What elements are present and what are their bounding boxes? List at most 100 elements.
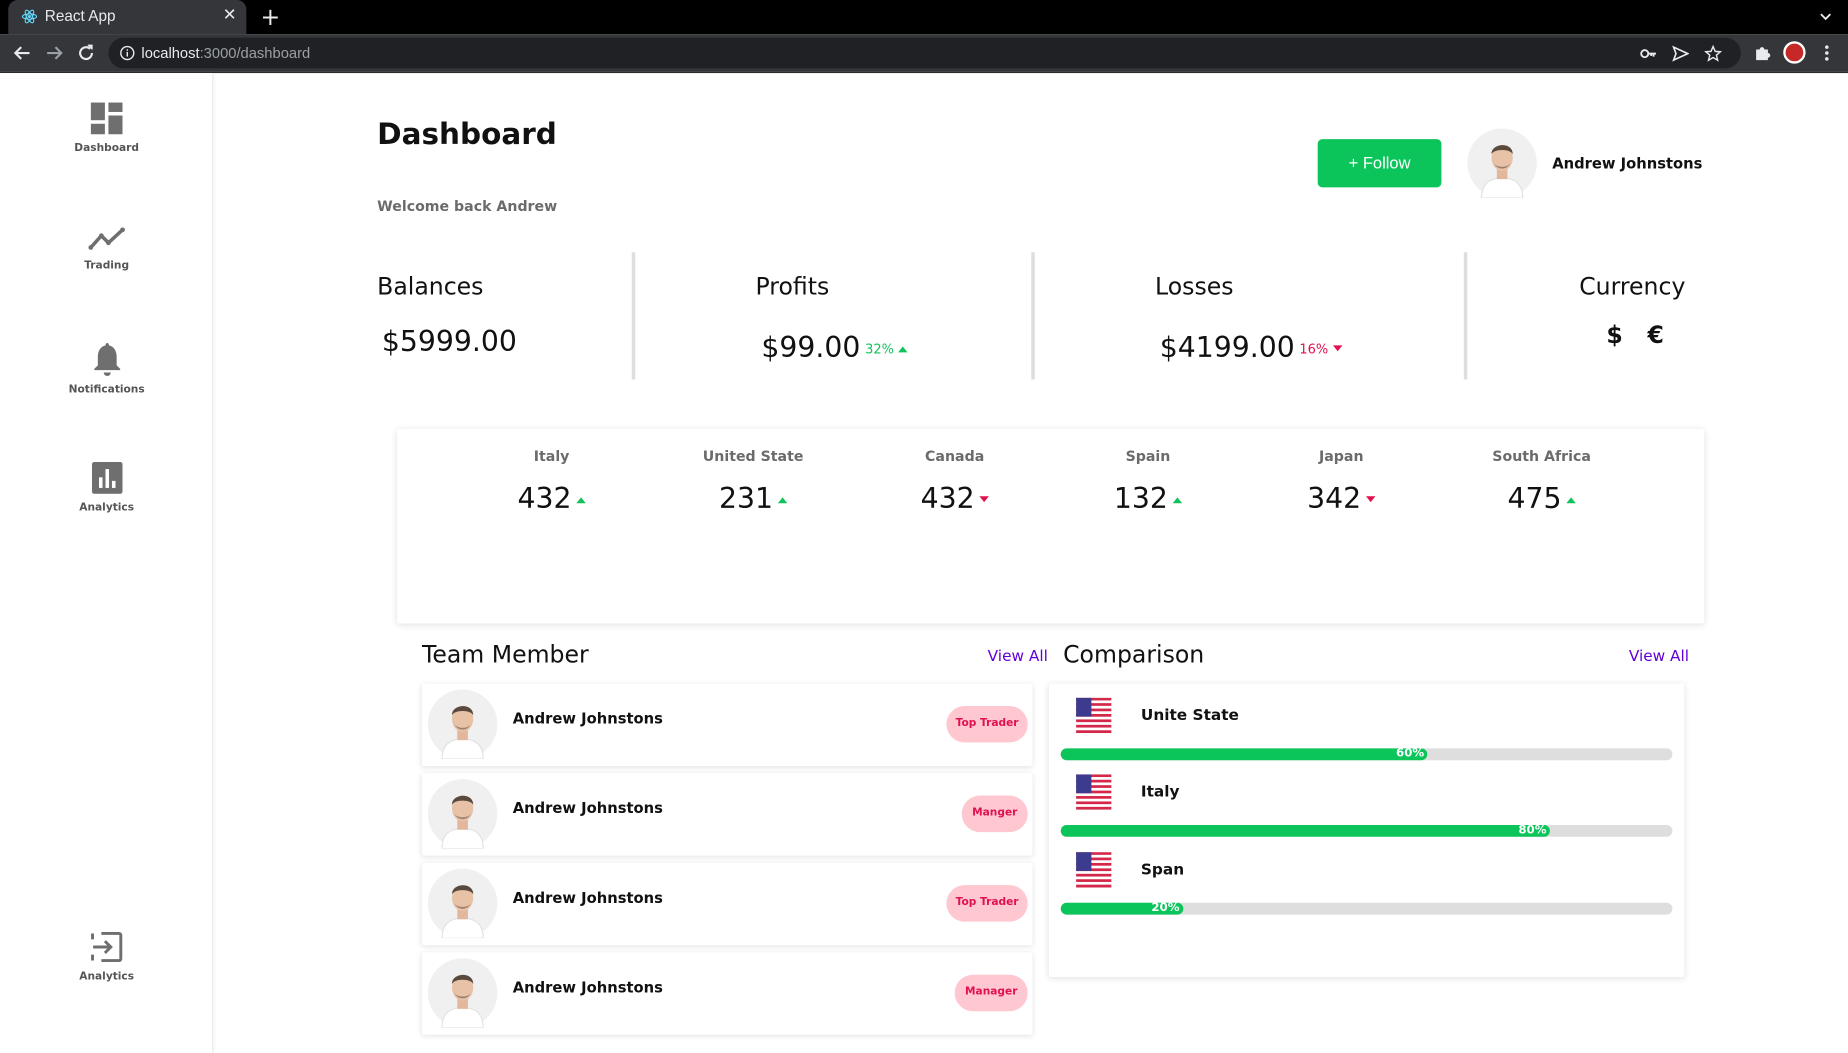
browser-tab-bar: React App ✕ + [0,0,1848,35]
comparison-view-all-link[interactable]: View All [1629,648,1689,666]
sidebar-item-label: Notifications [68,384,145,397]
country-name: United State [702,447,804,465]
stat-value-wrap: $4199.00 16% [1160,331,1343,364]
avatar [427,779,498,849]
tab-title: React App [44,7,116,25]
progress-bar-fill: 80% [1060,823,1551,837]
team-section-title: Team Member [421,639,589,669]
member-name: Andrew Johnstons [512,709,663,728]
send-icon[interactable] [1671,45,1689,63]
country-name: South Africa [1492,447,1591,465]
stat-divider [1031,252,1035,380]
avatar [427,958,498,1028]
member-name: Andrew Johnstons [512,888,663,907]
chevron-down-icon[interactable] [1817,8,1834,25]
bar-chart-icon [91,462,122,494]
sidebar-item-notifications[interactable]: Notifications [0,342,213,396]
sidebar-item-label: Analytics [79,971,135,983]
avatar [427,868,498,939]
sidebar-item-analytics[interactable]: Analytics [0,462,213,514]
team-view-all-link[interactable]: View All [988,648,1048,666]
bell-icon [93,342,120,376]
member-name: Andrew Johnstons [512,799,663,817]
us-flag-icon [1076,852,1112,888]
avatar[interactable] [1467,128,1537,199]
list-item[interactable]: Andrew Johnstons Top Trader [421,862,1033,946]
profile-avatar[interactable] [1783,41,1806,64]
sidebar-item-trading[interactable]: Trading [0,226,213,272]
stat-label: Currency [1579,272,1686,301]
back-arrow-icon[interactable] [12,42,33,63]
profit-change: 32% [865,341,894,358]
comparison-country-name: Italy [1140,783,1180,802]
progress-bar-fill: 20% [1060,901,1184,915]
stat-divider [631,252,636,380]
stat-value: $4199.00 [1159,331,1295,365]
header-user-name: Andrew Johnstons [1552,154,1703,173]
url-input[interactable]: localhost:3000/dashboard [108,37,1741,69]
forward-arrow-icon[interactable] [44,42,65,63]
progress-bar: 20% [1060,901,1673,915]
role-badge: Top Trader [946,885,1028,922]
country-stat: South Africa 475 [1441,448,1641,515]
us-flag-icon [1076,774,1112,810]
progress-bar: 60% [1060,747,1673,761]
star-icon[interactable] [1704,44,1722,63]
country-value: 432 [854,482,1054,515]
list-item[interactable]: Andrew Johnstons Top Trader [421,683,1033,767]
follow-button[interactable]: + Follow [1317,139,1442,188]
info-icon[interactable] [119,45,136,62]
trend-down-icon [979,496,989,503]
browser-tab[interactable]: React App ✕ [8,0,247,35]
comparison-section-title: Comparison [1063,639,1205,669]
new-tab-icon[interactable]: + [260,2,280,30]
close-tab-icon[interactable]: ✕ [223,6,237,25]
country-value: 432 [451,482,651,515]
country-value: 231 [653,482,853,515]
trend-down-icon [1365,496,1376,503]
comparison-card: Unite State 60% Italy 80% Span 20% [1048,683,1685,978]
member-name: Andrew Johnstons [512,978,663,996]
country-stat: Italy 432 [451,448,651,515]
page-title: Dashboard [377,116,557,151]
trend-up-icon [1566,497,1576,504]
extensions-puzzle-icon[interactable] [1753,42,1774,63]
more-vertical-icon[interactable] [1816,42,1837,63]
stat-losses: Losses $4199.00 16% [1155,252,1414,379]
stat-label: Losses [1155,272,1234,301]
key-icon[interactable] [1639,45,1657,63]
sidebar-item-logout[interactable]: Analytics [0,931,213,983]
role-badge: Manager [954,974,1028,1012]
stat-value: $99.00 [761,331,861,365]
sidebar-item-label: Trading [84,260,130,273]
stat-profits: Profits $99.00 32% [755,252,1014,379]
reload-icon[interactable] [75,42,96,63]
sidebar-item-label: Dashboard [74,142,140,155]
country-stat: Spain 132 [1048,448,1248,515]
sidebar-item-dashboard[interactable]: Dashboard [0,102,213,155]
currency-toggle[interactable]: $ € [1606,321,1664,349]
stat-label: Profits [755,272,830,301]
us-flag-icon [1076,697,1112,734]
sidebar-item-label: Analytics [79,502,135,514]
trend-up-icon [898,346,909,353]
role-badge: Top Trader [946,705,1028,743]
list-item[interactable]: Andrew Johnstons Manger [421,773,1033,856]
url-text: localhost:3000/dashboard [141,44,311,62]
progress-percent: 20% [1151,901,1180,915]
sidebar: Dashboard Trading Notifications Analytic… [0,73,214,1053]
country-stat: Canada 432 [854,448,1054,515]
stat-value: $5999.00 [381,325,517,359]
welcome-text: Welcome back Andrew [377,198,558,215]
progress-percent: 80% [1518,823,1547,837]
trend-up-icon [1172,497,1183,504]
list-item[interactable]: Andrew Johnstons Manager [421,952,1033,1035]
country-name: Italy [533,447,570,465]
trend-down-icon [1332,345,1343,352]
country-name: Canada [925,447,985,465]
role-badge: Manger [961,795,1028,833]
avatar [427,689,498,760]
trending-icon [87,227,125,250]
stat-label: Balances [377,272,484,301]
exit-icon [91,931,123,963]
